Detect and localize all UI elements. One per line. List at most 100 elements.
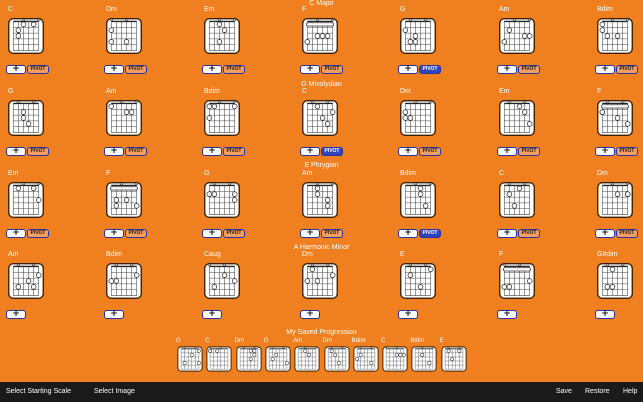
chord-diagram-wrapper[interactable] bbox=[398, 261, 442, 305]
pivot-button[interactable]: PIVOT bbox=[27, 229, 49, 238]
chord-diagram-wrapper[interactable] bbox=[6, 98, 50, 142]
restore-button[interactable]: Restore bbox=[585, 382, 610, 402]
chord-diagram[interactable] bbox=[300, 98, 340, 138]
pivot-button[interactable]: PIVOT bbox=[125, 65, 147, 74]
add-chord-button[interactable]: + bbox=[202, 310, 222, 319]
saved-chord[interactable]: Dm bbox=[323, 338, 351, 374]
chord-diagram-wrapper[interactable] bbox=[202, 98, 246, 142]
add-chord-button[interactable]: + bbox=[595, 147, 615, 156]
add-chord-button[interactable]: + bbox=[202, 65, 222, 74]
saved-chord[interactable]: G bbox=[176, 338, 204, 374]
chord-diagram[interactable] bbox=[202, 180, 242, 220]
saved-chord[interactable]: C bbox=[381, 338, 409, 374]
chord-diagram-wrapper[interactable] bbox=[595, 98, 639, 142]
chord-diagram[interactable] bbox=[205, 345, 233, 373]
pivot-button[interactable]: PIVOT bbox=[321, 65, 343, 74]
chord-diagram[interactable] bbox=[235, 345, 263, 373]
saved-chord[interactable]: Dm bbox=[235, 338, 263, 374]
chord-diagram[interactable] bbox=[6, 180, 46, 220]
pivot-button[interactable]: PIVOT bbox=[223, 147, 245, 156]
add-chord-button[interactable]: + bbox=[300, 310, 320, 319]
pivot-button[interactable]: PIVOT bbox=[27, 147, 49, 156]
chord-diagram[interactable] bbox=[202, 98, 242, 138]
chord-diagram[interactable] bbox=[104, 98, 144, 138]
chord-diagram-wrapper[interactable] bbox=[6, 261, 50, 305]
pivot-button[interactable]: PIVOT bbox=[223, 65, 245, 74]
chord-diagram-wrapper[interactable] bbox=[300, 16, 344, 60]
pivot-button[interactable]: PIVOT bbox=[419, 147, 441, 156]
saved-chord[interactable]: Bdim bbox=[352, 338, 380, 374]
chord-diagram-wrapper[interactable] bbox=[202, 16, 246, 60]
save-button[interactable]: Save bbox=[556, 382, 572, 402]
chord-diagram-wrapper[interactable] bbox=[104, 261, 148, 305]
add-chord-button[interactable]: + bbox=[497, 310, 517, 319]
chord-diagram-wrapper[interactable] bbox=[497, 261, 541, 305]
add-chord-button[interactable]: + bbox=[398, 229, 418, 238]
pivot-button[interactable]: PIVOT bbox=[518, 147, 540, 156]
add-chord-button[interactable]: + bbox=[104, 65, 124, 74]
chord-diagram[interactable] bbox=[398, 16, 438, 56]
chord-diagram[interactable] bbox=[398, 261, 438, 301]
add-chord-button[interactable]: + bbox=[6, 147, 26, 156]
chord-diagram[interactable] bbox=[300, 16, 340, 56]
chord-diagram[interactable] bbox=[6, 98, 46, 138]
add-chord-button[interactable]: + bbox=[104, 229, 124, 238]
chord-diagram-wrapper[interactable] bbox=[300, 98, 344, 142]
pivot-button[interactable]: PIVOT bbox=[223, 229, 245, 238]
add-chord-button[interactable]: + bbox=[398, 65, 418, 74]
chord-diagram-wrapper[interactable] bbox=[595, 16, 639, 60]
chord-diagram-wrapper[interactable] bbox=[497, 98, 541, 142]
chord-diagram-wrapper[interactable] bbox=[595, 261, 639, 305]
chord-diagram[interactable] bbox=[264, 345, 292, 373]
select-starting-scale-button[interactable]: Select Starting Scale bbox=[6, 382, 71, 402]
add-chord-button[interactable]: + bbox=[6, 65, 26, 74]
help-button[interactable]: Help bbox=[623, 382, 637, 402]
chord-diagram-wrapper[interactable] bbox=[300, 261, 344, 305]
chord-diagram-wrapper[interactable] bbox=[398, 16, 442, 60]
add-chord-button[interactable]: + bbox=[300, 147, 320, 156]
add-chord-button[interactable]: + bbox=[398, 147, 418, 156]
pivot-button[interactable]: PIVOT bbox=[518, 65, 540, 74]
chord-diagram[interactable] bbox=[352, 345, 380, 373]
add-chord-button[interactable]: + bbox=[595, 65, 615, 74]
pivot-button[interactable]: PIVOT bbox=[321, 229, 343, 238]
chord-diagram-wrapper[interactable] bbox=[104, 98, 148, 142]
pivot-button[interactable]: PIVOT bbox=[419, 229, 441, 238]
chord-diagram[interactable] bbox=[293, 345, 321, 373]
chord-diagram-wrapper[interactable] bbox=[202, 180, 246, 224]
pivot-button[interactable]: PIVOT bbox=[518, 229, 540, 238]
add-chord-button[interactable]: + bbox=[595, 310, 615, 319]
chord-diagram[interactable] bbox=[595, 16, 635, 56]
chord-diagram[interactable] bbox=[202, 261, 242, 301]
chord-diagram-wrapper[interactable] bbox=[497, 180, 541, 224]
chord-diagram[interactable] bbox=[6, 16, 46, 56]
add-chord-button[interactable]: + bbox=[6, 310, 26, 319]
pivot-button[interactable]: PIVOT bbox=[616, 65, 638, 74]
chord-diagram-wrapper[interactable] bbox=[6, 16, 50, 60]
pivot-button[interactable]: PIVOT bbox=[27, 65, 49, 74]
chord-diagram[interactable] bbox=[6, 261, 46, 301]
chord-diagram-wrapper[interactable] bbox=[398, 98, 442, 142]
chord-diagram[interactable] bbox=[104, 261, 144, 301]
chord-diagram[interactable] bbox=[410, 345, 438, 373]
chord-diagram[interactable] bbox=[440, 345, 468, 373]
add-chord-button[interactable]: + bbox=[6, 229, 26, 238]
select-image-button[interactable]: Select Image bbox=[94, 382, 135, 402]
chord-diagram[interactable] bbox=[176, 345, 204, 373]
saved-chord[interactable]: E bbox=[440, 338, 468, 374]
add-chord-button[interactable]: + bbox=[300, 229, 320, 238]
pivot-button[interactable]: PIVOT bbox=[321, 147, 343, 156]
add-chord-button[interactable]: + bbox=[497, 229, 517, 238]
add-chord-button[interactable]: + bbox=[595, 229, 615, 238]
chord-diagram-wrapper[interactable] bbox=[202, 261, 246, 305]
pivot-button[interactable]: PIVOT bbox=[616, 147, 638, 156]
chord-diagram[interactable] bbox=[595, 261, 635, 301]
chord-diagram[interactable] bbox=[497, 180, 537, 220]
chord-diagram-wrapper[interactable] bbox=[104, 16, 148, 60]
chord-diagram[interactable] bbox=[497, 98, 537, 138]
chord-diagram[interactable] bbox=[497, 261, 537, 301]
chord-diagram[interactable] bbox=[104, 180, 144, 220]
chord-diagram[interactable] bbox=[202, 16, 242, 56]
add-chord-button[interactable]: + bbox=[202, 147, 222, 156]
chord-diagram[interactable] bbox=[398, 180, 438, 220]
